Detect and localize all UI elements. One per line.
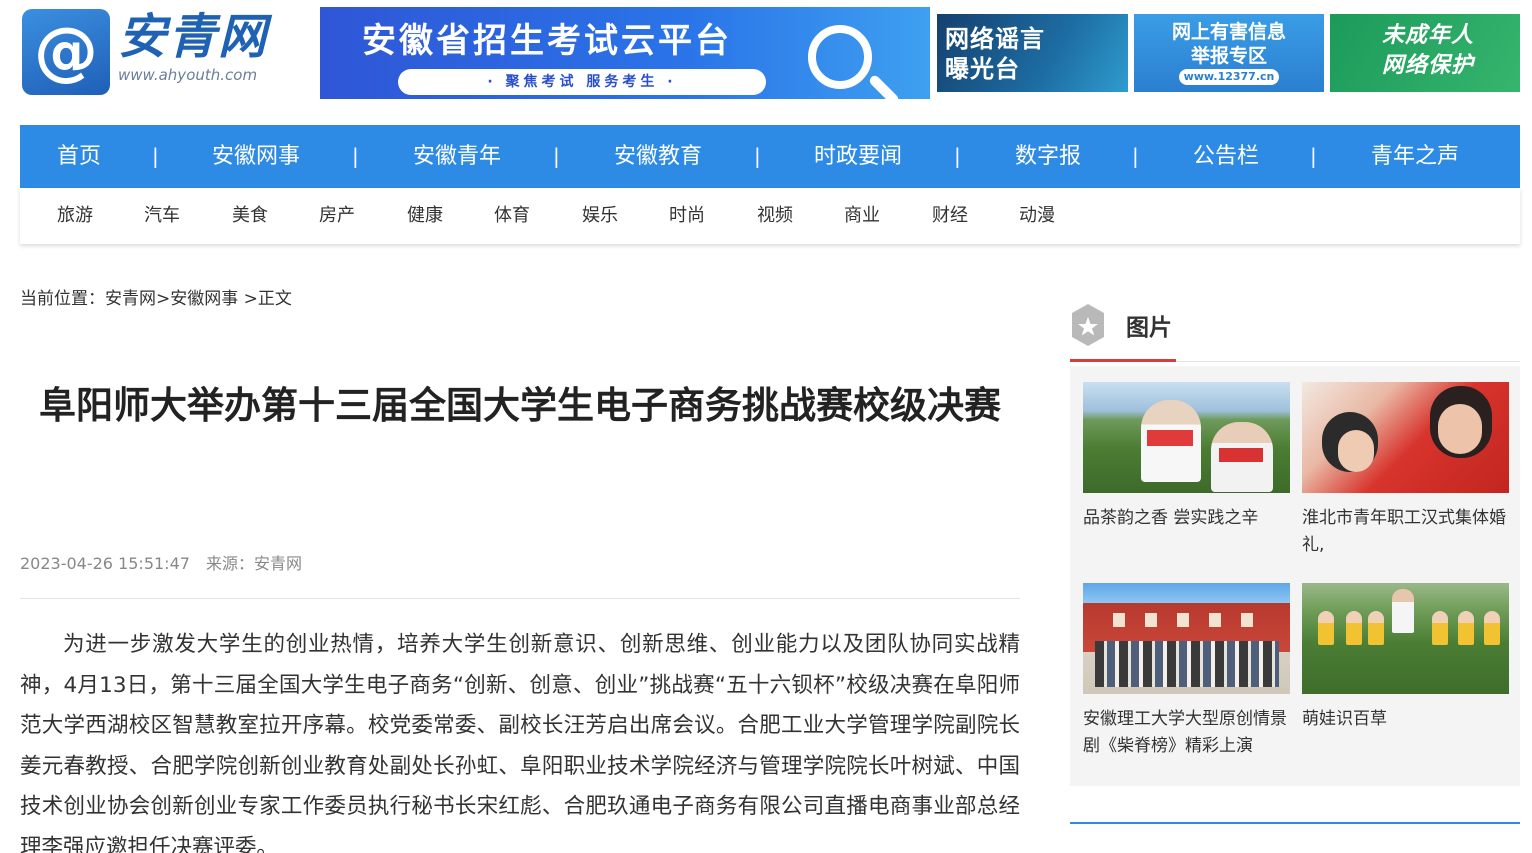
- section-title-underline: [1070, 359, 1176, 362]
- nav-anhui-youth[interactable]: 安徽青年: [413, 125, 501, 188]
- photo-figure: [1392, 589, 1414, 633]
- nav-separator: |: [1132, 144, 1139, 168]
- breadcrumb-prefix: 当前位置：: [20, 289, 105, 309]
- meta-divider: [20, 598, 1020, 599]
- magnifier-icon: [808, 25, 872, 89]
- star-badge-icon: [1072, 304, 1104, 346]
- photo-figure: [1368, 611, 1384, 645]
- picture-card[interactable]: 安徽理工大学大型原创情景剧《柴脊榜》精彩上演: [1083, 583, 1290, 760]
- nav-separator: |: [352, 144, 359, 168]
- site-logo[interactable]: @ 安青网 www.ahyouth.com: [22, 9, 284, 97]
- photo-figure: [1432, 611, 1448, 645]
- nav-anhui-education[interactable]: 安徽教育: [614, 125, 702, 188]
- picture-card[interactable]: 淮北市青年职工汉式集体婚礼,: [1302, 382, 1509, 559]
- photo-crowd: [1095, 641, 1279, 687]
- photo-window: [1209, 613, 1221, 627]
- article-source: 来源：安青网: [205, 554, 302, 573]
- photo-window: [1113, 613, 1125, 627]
- breadcrumb-separator: >: [238, 289, 258, 309]
- breadcrumb-separator: >: [156, 289, 171, 309]
- article-title: 阜阳师大举办第十三届全国大学生电子商务挑战赛校级决赛: [39, 384, 1001, 427]
- subnav-entertainment[interactable]: 娱乐: [582, 188, 618, 244]
- picture-card[interactable]: 萌娃识百草: [1302, 583, 1509, 733]
- photo-window: [1177, 613, 1189, 627]
- breadcrumb: 当前位置： 安青网 > 安徽网事 > 正文: [20, 286, 292, 312]
- photo-figure: [1430, 386, 1492, 458]
- photo-window: [1145, 613, 1157, 627]
- subnav-travel[interactable]: 旅游: [57, 188, 93, 244]
- photo-figure: [1141, 400, 1201, 482]
- picture-thumbnail[interactable]: [1302, 382, 1509, 493]
- main-nav: 首页 | 安徽网事 | 安徽青年 | 安徽教育 | 时政要闻 | 数字报 | 公…: [20, 125, 1520, 188]
- photo-figure: [1484, 611, 1500, 645]
- logo-name: 安青网: [118, 9, 269, 65]
- photo-figure: [1211, 422, 1273, 492]
- subnav-health[interactable]: 健康: [407, 188, 443, 244]
- nav-digital-paper[interactable]: 数字报: [1015, 125, 1081, 188]
- report-banner-text: 网上有害信息 举报专区: [1171, 21, 1286, 67]
- subnav-video[interactable]: 视频: [757, 188, 793, 244]
- subnav-anime[interactable]: 动漫: [1019, 188, 1055, 244]
- subnav-sports[interactable]: 体育: [494, 188, 530, 244]
- subnav-finance[interactable]: 财经: [932, 188, 968, 244]
- breadcrumb-link-home[interactable]: 安青网: [105, 286, 156, 312]
- nav-bulletin[interactable]: 公告栏: [1193, 125, 1259, 188]
- picture-grid: 品茶韵之香 尝实践之辛 淮北市青年职工汉式集体婚礼, 安徽理工大学大型原创情景剧…: [1070, 366, 1520, 786]
- exam-banner-subtitle: · 聚焦考试 服务考生 ·: [398, 69, 766, 95]
- logo-text: 安青网 www.ahyouth.com: [118, 9, 268, 85]
- rumor-exposure-banner[interactable]: 网络谣言 曝光台: [937, 14, 1128, 92]
- picture-caption[interactable]: 安徽理工大学大型原创情景剧《柴脊榜》精彩上演: [1083, 706, 1290, 760]
- picture-thumbnail[interactable]: [1302, 583, 1509, 694]
- nav-anhui-affairs[interactable]: 安徽网事: [212, 125, 300, 188]
- logo-at-icon: @: [22, 9, 110, 95]
- sidebar-section-title: 图片: [1126, 315, 1172, 341]
- report-banner-url: www.12377.cn: [1179, 69, 1279, 85]
- picture-caption[interactable]: 萌娃识百草: [1302, 706, 1509, 733]
- minor-protection-banner[interactable]: 未成年人 网络保护: [1330, 14, 1520, 92]
- subnav-business[interactable]: 商业: [844, 188, 880, 244]
- article-paragraph: 为进一步激发大学生的创业热情，培养大学生创新意识、创新思维、创业能力以及团队协同…: [20, 632, 1020, 853]
- harmful-info-report-banner[interactable]: 网上有害信息 举报专区 www.12377.cn: [1134, 14, 1324, 92]
- sidebar-next-section: [1070, 822, 1520, 853]
- subnav-fashion[interactable]: 时尚: [669, 188, 705, 244]
- photo-figure: [1458, 611, 1474, 645]
- breadcrumb-current: 正文: [257, 289, 292, 309]
- nav-politics-news[interactable]: 时政要闻: [814, 125, 902, 188]
- article-date: 2023-04-26 15:51:47: [20, 554, 190, 573]
- picture-thumbnail[interactable]: [1083, 382, 1290, 493]
- nav-separator: |: [754, 144, 761, 168]
- picture-thumbnail[interactable]: [1083, 583, 1290, 694]
- site-header: @ 安青网 www.ahyouth.com 安徽省招生考试云平台 · 聚焦考试 …: [0, 0, 1532, 110]
- exam-banner-title: 安徽省招生考试云平台: [362, 21, 732, 61]
- minor-banner-text: 未成年人 网络保护: [1382, 22, 1475, 78]
- photo-figure: [1346, 611, 1362, 645]
- photo-window: [1241, 613, 1253, 627]
- picture-caption[interactable]: 淮北市青年职工汉式集体婚礼,: [1302, 505, 1509, 559]
- nav-home[interactable]: 首页: [57, 125, 101, 188]
- nav-separator: |: [1310, 144, 1317, 168]
- subnav-auto[interactable]: 汽车: [144, 188, 180, 244]
- article-meta: 2023-04-26 15:51:47 来源：安青网: [20, 552, 302, 576]
- subnav-food[interactable]: 美食: [232, 188, 268, 244]
- breadcrumb-link-section[interactable]: 安徽网事: [170, 286, 238, 312]
- rumor-banner-text: 网络谣言 曝光台: [945, 25, 1045, 83]
- nav-separator: |: [954, 144, 961, 168]
- picture-caption[interactable]: 品茶韵之香 尝实践之辛: [1083, 505, 1290, 532]
- subnav-real-estate[interactable]: 房产: [319, 188, 355, 244]
- photo-figure: [1318, 611, 1334, 645]
- logo-url: www.ahyouth.com: [118, 66, 258, 84]
- exam-platform-banner[interactable]: 安徽省招生考试云平台 · 聚焦考试 服务考生 ·: [320, 7, 930, 99]
- nav-youth-voice[interactable]: 青年之声: [1371, 125, 1459, 188]
- photo-figure: [1322, 412, 1378, 472]
- sub-nav: 旅游 汽车 美食 房产 健康 体育 娱乐 时尚 视频 商业 财经 动漫: [20, 188, 1520, 244]
- sidebar-pictures-header: 图片: [1070, 300, 1520, 362]
- nav-separator: |: [553, 144, 560, 168]
- nav-separator: |: [152, 144, 159, 168]
- picture-card[interactable]: 品茶韵之香 尝实践之辛: [1083, 382, 1290, 532]
